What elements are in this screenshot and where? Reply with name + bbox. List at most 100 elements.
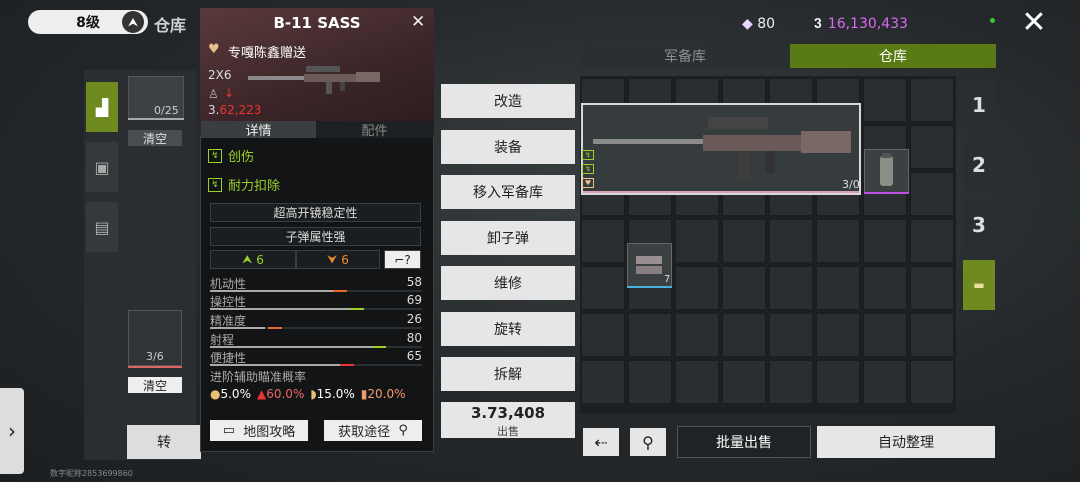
money-counter[interactable]: 𝟑 16,130,433 — [814, 16, 908, 32]
trait-stamina[interactable]: ↯ 耐力扣除 — [208, 175, 280, 194]
grid-cell[interactable] — [910, 313, 954, 357]
rotate-button[interactable]: 旋转 — [441, 312, 575, 346]
chest-icon: ▲ — [256, 387, 267, 401]
grid-cell[interactable] — [722, 219, 766, 263]
map-guide-button[interactable]: ▭ 地图攻略 — [210, 420, 308, 441]
stat-value: 26 — [406, 312, 422, 326]
repair-button[interactable]: 维修 — [441, 266, 575, 300]
page-tab-3[interactable]: 3 — [963, 200, 995, 250]
grid-item-grenade[interactable] — [864, 149, 909, 194]
grid-cell[interactable] — [769, 313, 813, 357]
stat-accent — [350, 308, 364, 310]
popup-close-icon[interactable]: ✕ — [411, 12, 425, 32]
grid-cell[interactable] — [628, 360, 672, 404]
compare-gun-button[interactable]: ⌐? — [384, 250, 421, 269]
grid-cell[interactable] — [816, 219, 860, 263]
grid-cell[interactable] — [769, 360, 813, 404]
grid-cell[interactable] — [628, 313, 672, 357]
grid-cell[interactable] — [863, 266, 907, 310]
user-id: 数字昵称2853699860 — [50, 469, 133, 478]
grid-cell[interactable] — [816, 313, 860, 357]
grid-cell[interactable] — [816, 266, 860, 310]
grid-cell[interactable] — [910, 219, 954, 263]
sniper-rifle-image — [593, 117, 851, 181]
pistol-icon: ▟ — [95, 97, 109, 117]
stat-bar — [210, 308, 422, 310]
grid-cell[interactable] — [675, 266, 719, 310]
coin-icon: 3. — [470, 404, 488, 422]
dismantle-button[interactable]: 拆解 — [441, 357, 575, 391]
grid-cell[interactable] — [581, 313, 625, 357]
equip-button[interactable]: 装备 — [441, 130, 575, 164]
clear-robot-button[interactable]: 清空 — [128, 377, 182, 393]
grid-cell[interactable] — [581, 219, 625, 263]
clear-backpack-button[interactable]: 清空 — [128, 130, 182, 146]
grid-cell[interactable] — [910, 266, 954, 310]
backpack-count: 0/25 — [154, 104, 179, 117]
aim-assist-row: ●5.0% ▲60.0% ◗15.0% ▮20.0% — [210, 387, 406, 401]
map-guide-label: 地图攻略 — [243, 425, 296, 440]
grid-cell[interactable] — [910, 172, 954, 216]
rank-up-icon[interactable]: ⮝ — [122, 11, 144, 33]
grid-cell[interactable] — [581, 266, 625, 310]
modify-button[interactable]: 改造 — [441, 84, 575, 118]
grid-cell[interactable] — [675, 360, 719, 404]
grid-cell[interactable] — [863, 219, 907, 263]
back-arrow-icon: ⇠ — [594, 432, 608, 452]
grid-cell[interactable] — [675, 313, 719, 357]
vest-icon: ▣ — [94, 157, 110, 177]
stat-bar — [210, 290, 422, 292]
aim-assist-title: 进阶辅助瞄准概率 — [210, 370, 307, 384]
gem-counter[interactable]: ◆ 80 — [742, 16, 775, 32]
grid-cell[interactable] — [675, 219, 719, 263]
weapon-slot-tab[interactable]: ▟ — [86, 82, 118, 132]
tab-warehouse[interactable]: 仓库 — [790, 44, 996, 68]
acquire-route-button[interactable]: 获取途径 ⚲ — [324, 420, 422, 441]
search-button[interactable]: ⚲ — [630, 428, 666, 456]
page-tab-2[interactable]: 2 — [963, 140, 995, 190]
unload-ammo-button[interactable]: 卸子弹 — [441, 221, 575, 255]
move-to-armory-button[interactable]: 移入军备库 — [441, 175, 575, 209]
grid-cell[interactable] — [863, 360, 907, 404]
tab-parts[interactable]: 配件 — [316, 121, 433, 139]
trait-trauma[interactable]: ↯ 创伤 — [208, 146, 254, 165]
close-icon[interactable]: ✕ — [1020, 8, 1048, 38]
coin-icon: 3. — [208, 103, 220, 117]
stat-mobility: 机动性 58 — [210, 275, 422, 293]
transfer-button[interactable]: 转 — [127, 425, 201, 459]
grid-cell[interactable] — [769, 266, 813, 310]
grid-cell[interactable] — [910, 360, 954, 404]
bag-slot-tab[interactable]: ▤ — [86, 202, 118, 252]
tab-details[interactable]: 详情 — [201, 121, 316, 139]
aim-value: 5.0% — [220, 387, 251, 401]
rifle-ammo-count: 3/0 — [842, 178, 860, 191]
grid-cell[interactable] — [722, 360, 766, 404]
grid-cell[interactable] — [910, 78, 954, 122]
sell-button[interactable]: 3.73,408 出售 — [441, 402, 575, 438]
cash-icon: ▬ — [973, 278, 985, 292]
batch-sell-button[interactable]: 批量出售 — [677, 426, 811, 458]
item-title: B-11 SASS — [273, 14, 361, 32]
grid-cell[interactable] — [863, 313, 907, 357]
grid-item-sniper-rifle[interactable] — [581, 103, 861, 195]
grid-cell[interactable] — [863, 78, 907, 122]
rifle-rarity-bar — [583, 191, 859, 193]
page-tab-1[interactable]: 1 — [963, 80, 995, 130]
armor-slot-tab[interactable]: ▣ — [86, 142, 118, 192]
grid-cell[interactable] — [910, 125, 954, 169]
expand-sidebar-button[interactable]: › — [0, 388, 24, 474]
money-tab[interactable]: ▬ — [963, 260, 995, 310]
stat-value: 69 — [406, 293, 422, 307]
stamina-icon: ↯ — [582, 164, 594, 174]
auto-sort-button[interactable]: 自动整理 — [817, 426, 995, 458]
grid-cell[interactable] — [722, 266, 766, 310]
robot-count: 3/6 — [146, 350, 164, 363]
grid-cell[interactable] — [769, 219, 813, 263]
grid-cell[interactable] — [722, 313, 766, 357]
grid-cell[interactable] — [816, 360, 860, 404]
sell-price: 3.73,408 — [441, 404, 575, 422]
grid-cell[interactable] — [581, 360, 625, 404]
tab-armory[interactable]: 军备库 — [580, 44, 790, 68]
money-value: 16,130,433 — [827, 16, 908, 32]
back-button[interactable]: ⇠ — [583, 428, 619, 456]
